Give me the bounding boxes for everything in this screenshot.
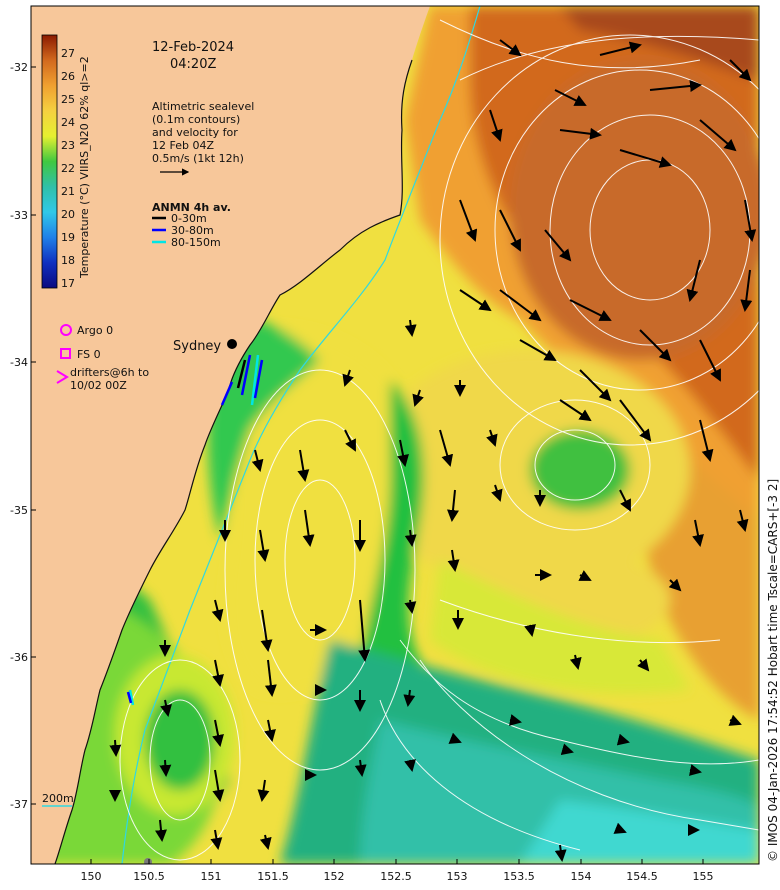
colorbar-label: Temperature (°C) VIIRS_N20 62% ql>=2 — [78, 56, 91, 279]
description-line: 12 Feb 04Z — [152, 139, 214, 152]
x-tick-label: 153 — [447, 870, 468, 883]
colorbar-tick: 23 — [61, 139, 75, 152]
colorbar-tick: 27 — [61, 47, 75, 60]
drifters-label: drifters@6h to — [70, 366, 149, 379]
description-line: Altimetric sealevel — [152, 100, 254, 113]
depth-label: 200m — [42, 792, 74, 805]
x-tick-label: 151 — [201, 870, 222, 883]
y-tick-label: -33 — [10, 209, 28, 222]
x-tick-label: 154 — [571, 870, 592, 883]
credit-text: © IMOS 04-Jan-2026 17:54:52 Hobart time … — [766, 479, 780, 862]
colorbar-tick: 17 — [61, 277, 75, 290]
x-tick-label: 152 — [324, 870, 345, 883]
y-tick-label: -34 — [10, 356, 28, 369]
x-tick-label: 150 — [81, 870, 102, 883]
x-tick-label: 150.5 — [133, 870, 165, 883]
x-tick-label: 154.5 — [626, 870, 658, 883]
fs-label: FS 0 — [77, 348, 101, 361]
y-tick-label: -36 — [10, 651, 28, 664]
time-label: 04:20Z — [170, 57, 216, 72]
description-line: and velocity for — [152, 126, 238, 139]
colorbar-tick: 24 — [61, 116, 75, 129]
sydney-marker — [227, 339, 237, 349]
colorbar-tick: 19 — [61, 231, 75, 244]
description-line: (0.1m contours) — [152, 113, 240, 126]
description-line: 0.5m/s (1kt 12h) — [152, 152, 244, 165]
x-tick-label: 152.5 — [380, 870, 412, 883]
y-tick-label: -35 — [10, 504, 28, 517]
ocean-field: Sydney — [31, 6, 759, 864]
y-tick-label: -32 — [10, 61, 28, 74]
y-tick-label: -37 — [10, 798, 28, 811]
colorbar-tick: 25 — [61, 93, 75, 106]
drifters-label: 10/02 00Z — [70, 379, 127, 392]
x-tick-label: 155 — [693, 870, 714, 883]
anmn-item-label: 80-150m — [171, 236, 221, 249]
x-tick-label: 151.5 — [257, 870, 289, 883]
colorbar-tick: 26 — [61, 70, 75, 83]
colorbar-tick: 21 — [61, 185, 75, 198]
sydney-label: Sydney — [173, 339, 221, 354]
date-label: 12-Feb-2024 — [152, 40, 234, 55]
argo-label: Argo 0 — [77, 324, 113, 337]
colorbar-tick: 18 — [61, 254, 75, 267]
colorbar-tick: 20 — [61, 208, 75, 221]
x-tick-label: 153.5 — [503, 870, 535, 883]
colorbar-tick: 22 — [61, 162, 75, 175]
sst-map: Sydney -32 -33 -34 -35 -36 -37 150 150.5… — [10, 5, 780, 883]
